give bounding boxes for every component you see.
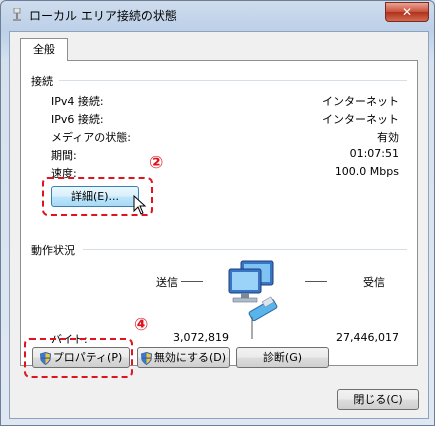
speed-value: 100.0 Mbps	[334, 165, 399, 178]
uac-shield-icon	[140, 351, 152, 365]
sent-label: 送信	[156, 276, 178, 289]
close-button[interactable]: 閉じる(C)	[337, 389, 419, 410]
details-callout-number: ②	[149, 153, 164, 173]
ipv4-label: IPv4 接続:	[51, 95, 104, 108]
ipv4-value: インターネット	[322, 95, 399, 108]
diagnose-button[interactable]: 診断(G)	[236, 347, 329, 368]
dialog-window: ローカル エリア接続の状態 ✕ 全般 接続 IPv4 接続: インターネット I…	[0, 0, 435, 426]
received-label: 受信	[363, 276, 385, 289]
bytes-received-value: 27,446,017	[336, 331, 399, 344]
properties-callout-number: ④	[134, 315, 149, 335]
activity-divider	[83, 249, 407, 250]
connection-section-header: 接続	[31, 75, 53, 88]
window-title: ローカル エリア接続の状態	[29, 9, 177, 23]
network-adapter-icon	[13, 8, 21, 21]
media-state-value: 有効	[377, 131, 399, 144]
duration-value: 01:07:51	[349, 147, 399, 160]
connection-divider	[59, 80, 407, 81]
bytes-sent-value: 3,072,819	[173, 331, 229, 344]
activity-section-header: 動作状況	[31, 244, 75, 257]
title-bar[interactable]: ローカル エリア接続の状態 ✕	[1, 1, 434, 29]
disable-button[interactable]: 無効にする(D)	[137, 347, 230, 368]
title-close-button[interactable]: ✕	[385, 2, 429, 22]
received-line	[305, 281, 327, 282]
properties-callout-box	[24, 338, 133, 378]
tab-general[interactable]: 全般	[20, 38, 68, 61]
details-callout-box	[42, 177, 153, 216]
media-state-label: メディアの状態:	[51, 131, 131, 144]
disable-button-label: 無効にする(D)	[153, 351, 227, 364]
ipv6-label: IPv6 接続:	[51, 113, 104, 126]
ipv6-value: インターネット	[322, 113, 399, 126]
sent-line	[181, 281, 203, 282]
duration-label: 期間:	[51, 149, 77, 162]
